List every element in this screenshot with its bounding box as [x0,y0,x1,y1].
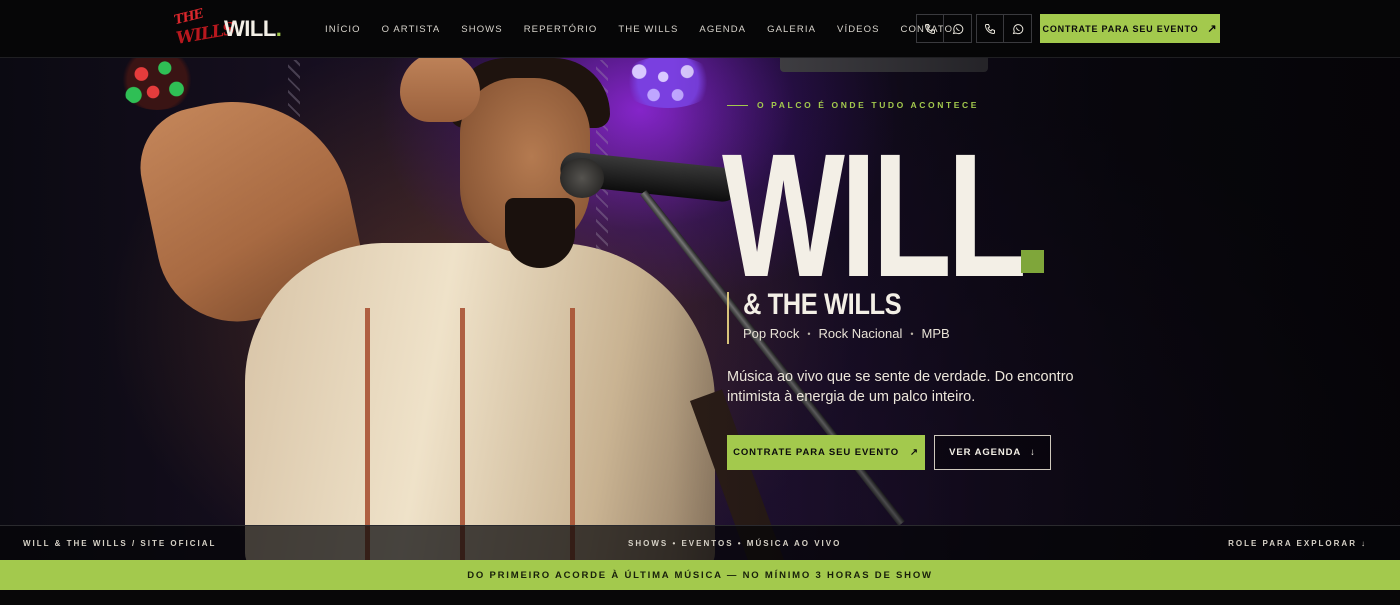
announcement-text: DO PRIMEIRO ACORDE À ÚLTIMA MÚSICA — NO … [467,569,933,581]
view-schedule-button[interactable]: VER AGENDA ↓ [934,435,1051,470]
nav-galeria[interactable]: GALERIA [767,24,816,35]
hero-title-dot [1021,250,1044,273]
nav-shows[interactable]: SHOWS [461,24,502,35]
whatsapp-icon [952,23,963,34]
band-subtitle-block: & THE WILLS Pop Rock • Rock Nacional • M… [727,288,950,344]
contact-group-1 [916,14,972,43]
nav-inicio[interactable]: INÍCIO [325,24,361,35]
contact-group-2 [976,14,1032,43]
scroll-hint[interactable]: ROLE PARA EXPLORAR ↓ [1228,526,1367,561]
hero-eyebrow: O PALCO É ONDE TUDO ACONTECE [727,100,979,110]
brand-name: WILL [224,16,276,41]
nav-the-wills[interactable]: THE WILLS [618,24,678,35]
services-caption: SHOWS • EVENTOS • MÚSICA AO VIVO [628,539,842,548]
whatsapp-icon [1012,23,1023,34]
header-hire-label: CONTRATE PARA SEU EVENTO [1042,23,1199,34]
arrow-down-icon: ↓ [1030,447,1036,458]
genre-separator: • [807,328,811,339]
phone-button[interactable] [977,15,1004,42]
genre-item: MPB [921,326,950,341]
arrow-up-right-icon: ↗ [1207,23,1218,35]
the-wills-logo[interactable]: THE WILLS [172,7,236,49]
phone-button[interactable] [917,15,944,42]
scroll-hint-label: ROLE PARA EXPLORAR [1228,539,1357,548]
header-hire-button[interactable]: CONTRATE PARA SEU EVENTO ↗ [1040,14,1220,43]
main-nav: INÍCIO O ARTISTA SHOWS REPERTÓRIO THE WI… [325,0,974,58]
eyebrow-text: O PALCO É ONDE TUDO ACONTECE [757,100,980,110]
hero-title: WILL [722,118,1027,314]
genre-separator: • [910,328,914,339]
page-below-fold [0,590,1400,605]
phone-icon [924,23,935,34]
eyebrow-line [727,104,748,106]
hero-meta-bar: WILL & THE WILLS / SITE OFICIAL SHOWS • … [0,525,1400,560]
hero-tagline: Música ao vivo que se sente de verdade. … [727,369,1074,405]
nav-videos[interactable]: VÍDEOS [837,24,880,35]
brand-dot: . [275,16,282,41]
hero-hire-button[interactable]: CONTRATE PARA SEU EVENTO ↗ [727,435,925,470]
announcement-strip: DO PRIMEIRO ACORDE À ÚLTIMA MÚSICA — NO … [0,560,1400,590]
hero-hire-label: CONTRATE PARA SEU EVENTO [733,447,899,458]
nav-repertorio[interactable]: REPERTÓRIO [524,24,598,35]
whatsapp-button[interactable] [1004,15,1031,42]
genre-item: Rock Nacional [818,326,903,341]
nav-agenda[interactable]: AGENDA [699,24,746,35]
genre-item: Pop Rock [743,326,800,341]
band-name: & THE WILLS [743,288,902,321]
site-credit: WILL & THE WILLS / SITE OFICIAL [23,539,217,548]
whatsapp-button[interactable] [944,15,971,42]
phone-icon [984,23,995,34]
view-schedule-label: VER AGENDA [949,447,1022,458]
arrow-up-right-icon: ↗ [910,447,919,458]
nav-o-artista[interactable]: O ARTISTA [382,24,441,35]
hero-background-photo [0,0,1400,560]
brand-logo[interactable]: WILL. [224,16,282,42]
genre-list: Pop Rock • Rock Nacional • MPB [743,326,950,341]
arrow-down-icon: ↓ [1361,539,1367,548]
site-header: THE WILLS WILL. INÍCIO O ARTISTA SHOWS RE… [0,0,1400,58]
